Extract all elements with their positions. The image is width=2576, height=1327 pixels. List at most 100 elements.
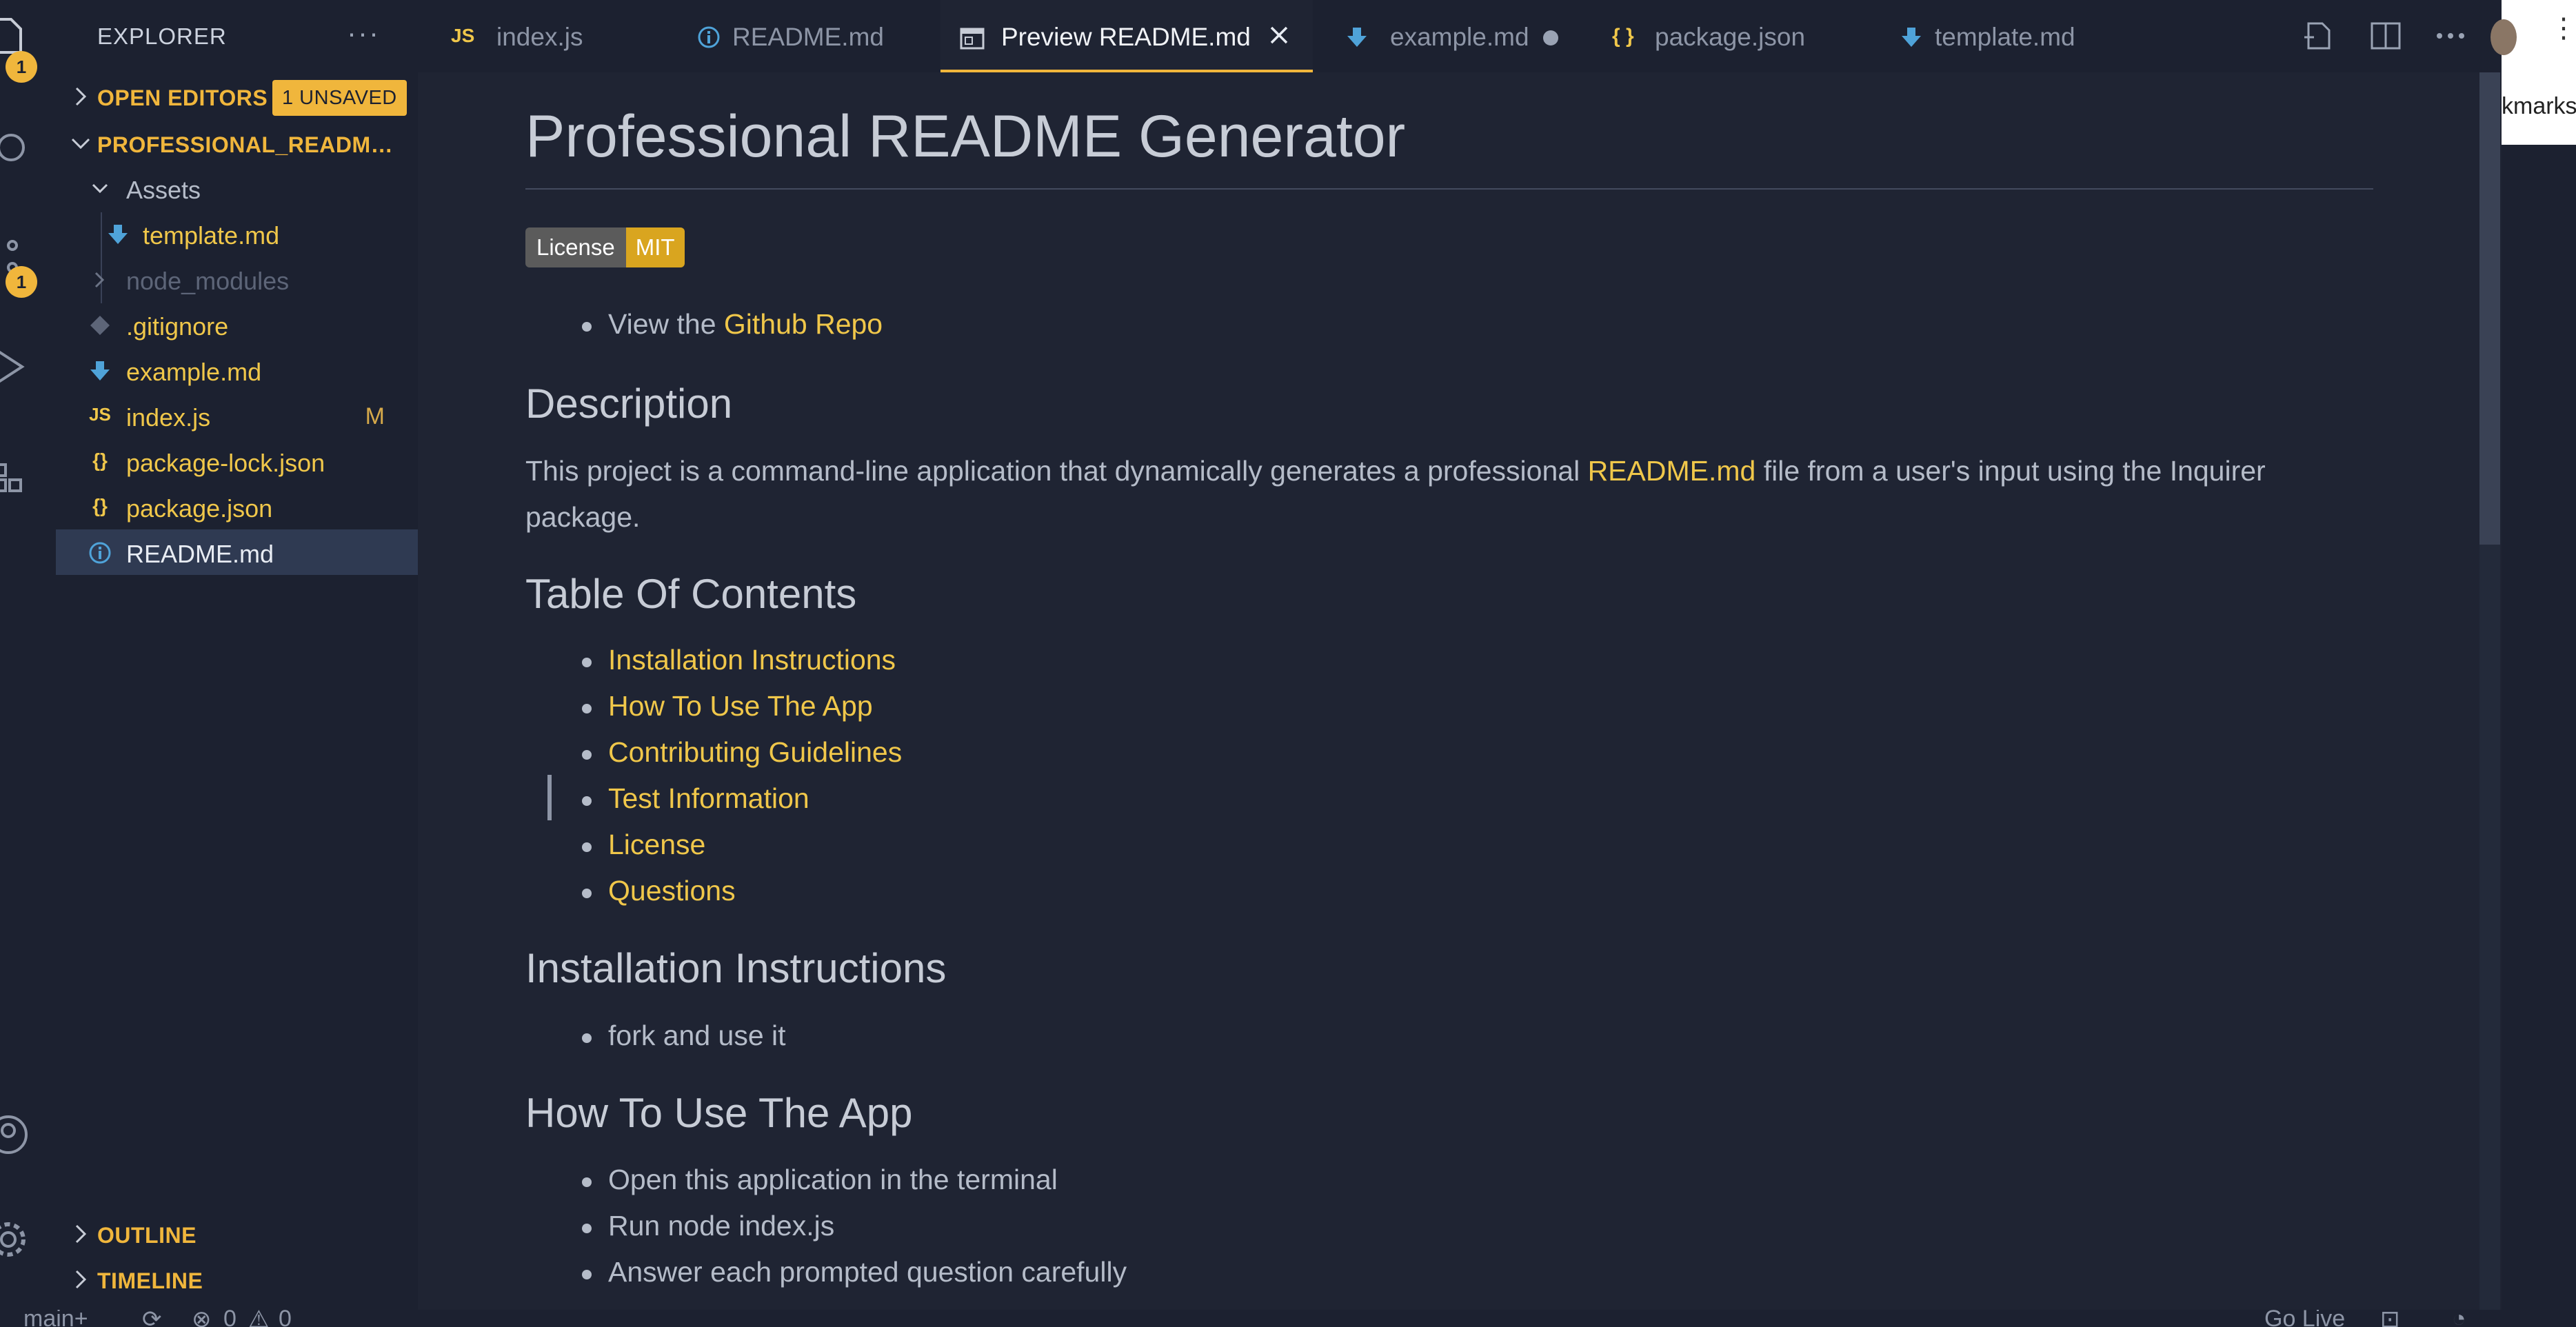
close-tab-icon[interactable] — [1263, 19, 1295, 51]
go-live-button[interactable]: Go Live — [2264, 1310, 2345, 1327]
activity-bar: 1 1 — [0, 0, 56, 1310]
tree-item-gitignore[interactable]: .gitignore — [56, 302, 418, 347]
list-item: fork and use it — [582, 1020, 786, 1051]
description-text: This project is a command-line applicati… — [525, 455, 1588, 487]
tree-item-label: example.md — [126, 358, 262, 386]
tree-item-template-md[interactable]: template.md — [56, 211, 418, 256]
tab-index-js[interactable]: JS index.js — [430, 0, 678, 72]
tree-item-label: .gitignore — [126, 312, 229, 341]
sidebar-header: EXPLORER ··· — [56, 0, 418, 72]
readme-link[interactable]: README.md — [1588, 455, 1756, 487]
settings-gear-icon[interactable] — [0, 1217, 30, 1262]
title-divider — [525, 188, 2373, 190]
toc-link[interactable]: Test Information — [608, 782, 809, 814]
tab-example-md[interactable]: example.md — [1325, 0, 1580, 72]
list-item: Open this application in the terminal — [582, 1164, 1058, 1195]
usage-heading: How To Use The App — [525, 1090, 913, 1136]
selection-marker — [547, 775, 552, 820]
tree-item-example-md[interactable]: example.md — [56, 347, 418, 393]
timeline-section[interactable]: TIMELINE — [56, 1256, 418, 1301]
markdown-file-icon — [1902, 28, 1921, 47]
editor-scrollbar-thumb[interactable] — [2479, 72, 2500, 545]
avatar[interactable] — [2491, 19, 2517, 55]
explorer-badge: 1 — [6, 51, 37, 83]
tab-readme-md[interactable]: README.md — [685, 0, 927, 72]
broadcast-icon[interactable]: ⊡ — [2380, 1310, 2400, 1327]
tab-label: example.md — [1390, 23, 1529, 51]
toc-link[interactable]: License — [608, 829, 705, 860]
right-strip — [2502, 0, 2576, 1327]
tree-item-index-js[interactable]: JS index.js M — [56, 393, 418, 438]
unsaved-badge: 1 UNSAVED — [272, 80, 407, 116]
tree-item-label: package.json — [126, 494, 273, 523]
license-badge[interactable]: License MIT — [525, 227, 685, 267]
tree-item-label: template.md — [143, 221, 280, 250]
sync-icon[interactable]: ⟳ — [142, 1310, 162, 1327]
accounts-icon[interactable] — [0, 1113, 30, 1157]
info-icon — [698, 26, 720, 48]
tree-item-label: README.md — [126, 540, 274, 568]
chevron-right-icon — [75, 87, 87, 106]
toc-link[interactable]: How To Use The App — [608, 690, 873, 722]
tab-label: package.json — [1655, 23, 1806, 51]
toc-item: Contributing Guidelines — [581, 736, 902, 769]
split-editor-icon[interactable] — [2366, 17, 2405, 55]
sidebar-title: EXPLORER — [97, 23, 227, 49]
github-repo-link[interactable]: Github Repo — [724, 308, 883, 340]
open-source-icon[interactable] — [2299, 17, 2337, 55]
search-icon[interactable] — [0, 128, 30, 172]
list-item: View the Github Repo — [581, 308, 883, 341]
status-bar: main+ ⟳ ⊗ 0 ⚠ 0 Go Live ⊡ ◔ — [0, 1310, 2502, 1327]
tab-template-md[interactable]: template.md — [1886, 0, 2149, 72]
javascript-file-icon: JS — [89, 404, 111, 425]
browser-bookmarks-panel[interactable]: ⋮ kmarks — [2502, 0, 2576, 145]
json-file-icon: {} — [92, 449, 108, 471]
tree-item-package-json[interactable]: {} package.json — [56, 484, 418, 529]
toc-item: Test Information — [582, 782, 809, 815]
toc-link[interactable]: Installation Instructions — [608, 644, 896, 676]
warnings-icon[interactable]: ⚠ — [248, 1310, 269, 1327]
kebab-menu-icon[interactable]: ⋮ — [2550, 14, 2576, 42]
project-folder-label: PROFESSIONAL_README_G... — [97, 132, 401, 157]
tree-item-label: package-lock.json — [126, 449, 325, 477]
open-editors-label: OPEN EDITORS — [97, 85, 268, 110]
markdown-file-icon — [108, 225, 128, 244]
branch-indicator[interactable]: main+ — [23, 1310, 88, 1327]
open-editors-section[interactable]: OPEN EDITORS 1 UNSAVED — [56, 74, 418, 120]
more-actions-icon[interactable] — [2431, 17, 2470, 55]
info-icon — [89, 542, 111, 564]
preview-icon — [960, 28, 985, 50]
toc-item: License — [581, 829, 705, 861]
preview-title: Professional README Generator — [525, 103, 1406, 170]
extensions-icon[interactable] — [0, 455, 30, 499]
chevron-right-icon — [75, 1224, 87, 1244]
tree-item-node-modules[interactable]: node_modules — [56, 256, 418, 302]
error-count: 0 — [223, 1310, 237, 1327]
installation-heading: Installation Instructions — [525, 945, 947, 991]
project-folder-section[interactable]: PROFESSIONAL_README_G... — [56, 121, 418, 167]
toc-item: Installation Instructions — [581, 644, 896, 676]
toc-link[interactable]: Questions — [608, 875, 736, 906]
tree-item-readme-md[interactable]: README.md — [56, 529, 418, 575]
tab-preview-readme-md[interactable]: Preview README.md — [940, 0, 1313, 72]
list-item: Run node index.js — [581, 1210, 835, 1242]
tab-package-json[interactable]: { } package.json — [1594, 0, 1856, 72]
tree-item-assets-folder[interactable]: Assets — [56, 165, 418, 211]
toc-item: How To Use The App — [582, 690, 873, 722]
chevron-right-icon — [75, 1270, 87, 1289]
json-file-icon: {} — [92, 495, 108, 516]
outline-section[interactable]: OUTLINE — [56, 1210, 418, 1256]
toc-link[interactable]: Contributing Guidelines — [608, 736, 902, 768]
tab-label: index.js — [496, 23, 583, 51]
errors-icon[interactable]: ⊗ — [192, 1310, 212, 1327]
modified-indicator: M — [365, 403, 385, 429]
run-debug-icon[interactable] — [0, 345, 30, 389]
json-file-icon: { } — [1612, 25, 1634, 48]
tree-item-package-lock-json[interactable]: {} package-lock.json — [56, 438, 418, 484]
editor-tab-bar: JS index.js README.md Preview README.md … — [418, 0, 2502, 72]
more-actions-icon[interactable]: ··· — [347, 17, 380, 50]
unsaved-dot-icon[interactable] — [1543, 30, 1558, 45]
notifications-bell-icon[interactable]: ◔ — [2452, 1310, 2466, 1327]
outline-label: OUTLINE — [97, 1223, 197, 1248]
list-item: Answer each prompted question carefully — [581, 1256, 1127, 1288]
